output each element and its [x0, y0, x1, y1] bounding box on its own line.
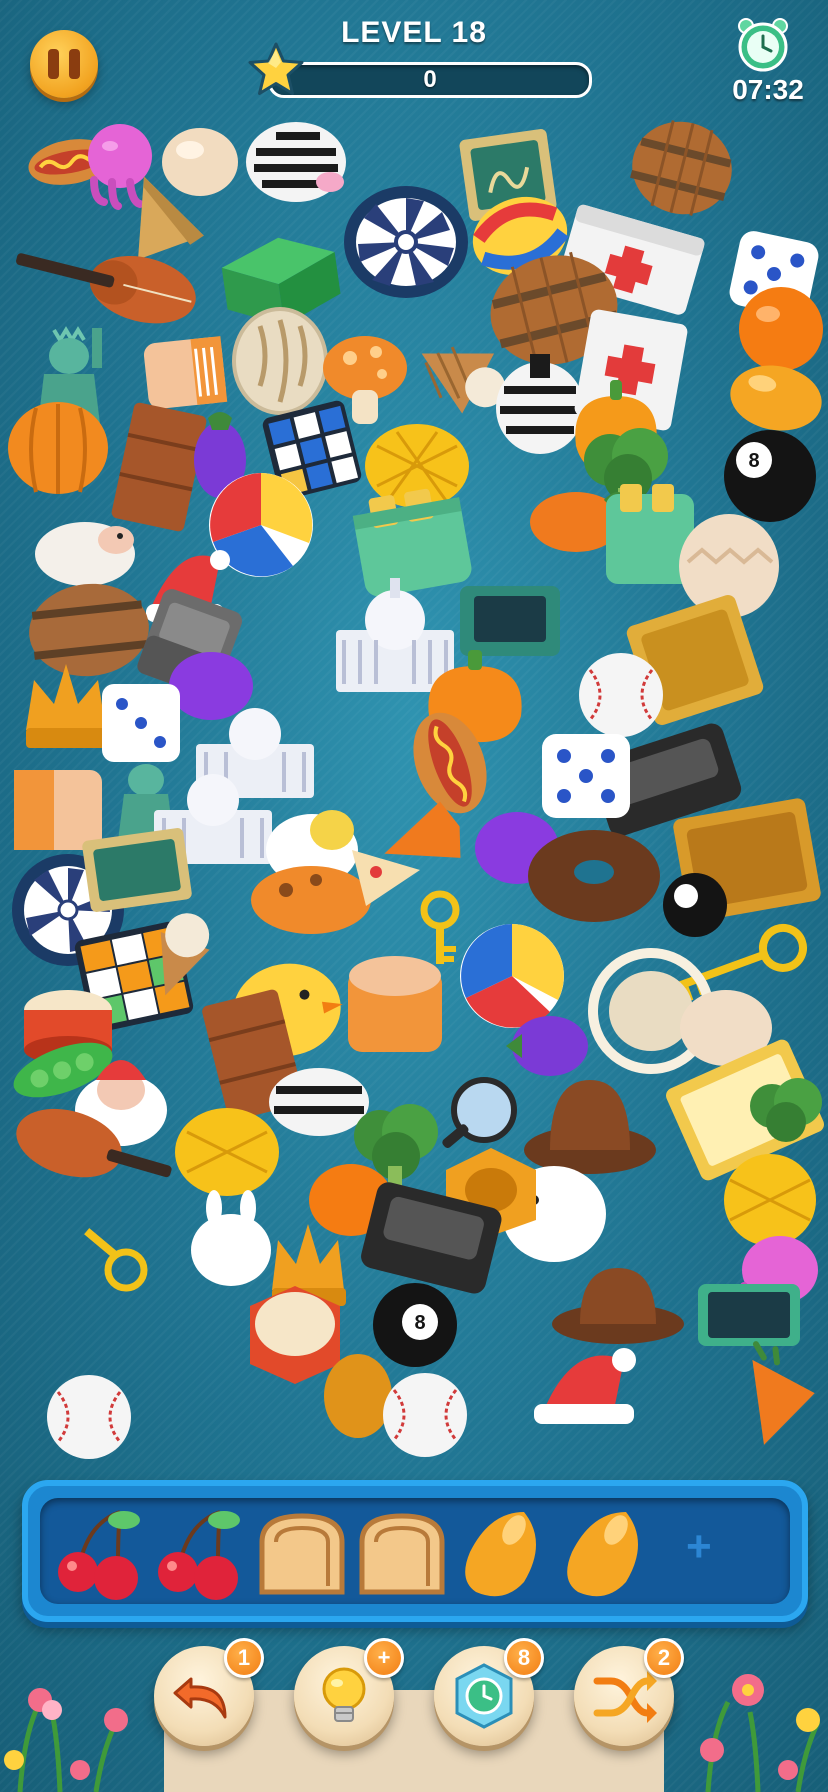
- svg-text:8: 8: [414, 1312, 425, 1334]
- mango-icon: [465, 1512, 536, 1597]
- freeze-button[interactable]: 8: [434, 1638, 544, 1746]
- carrot-item-3[interactable]: [716, 1338, 828, 1463]
- ice-cream-item[interactable]: [160, 124, 240, 198]
- santa-hat-item-2[interactable]: [524, 1330, 654, 1430]
- tray-slot-3-bread: [252, 1502, 348, 1602]
- baseball-item-2[interactable]: [380, 1370, 470, 1460]
- star-icon: [248, 42, 304, 95]
- undo-button[interactable]: 1: [154, 1638, 264, 1746]
- donut-item[interactable]: [524, 826, 664, 926]
- flowers-left-decoration: [4, 1688, 128, 1792]
- pineapple-item-2[interactable]: [172, 1100, 282, 1200]
- tray-slot-6-mango: [556, 1502, 652, 1602]
- baseball-item-3[interactable]: [44, 1372, 134, 1462]
- svg-text:8: 8: [748, 450, 759, 472]
- cupcake-item-3[interactable]: [340, 950, 450, 1060]
- play-field: 8 8: [0, 110, 828, 1470]
- alarm-clock-icon: [738, 18, 788, 72]
- score-progress-bar: 0: [268, 62, 592, 98]
- cherry-icon: [58, 1510, 140, 1600]
- flowers-right-decoration: [700, 1674, 821, 1792]
- shuffle-button[interactable]: 2: [574, 1638, 684, 1746]
- tray-slot-4-bread: [352, 1502, 448, 1602]
- tray-slot-1-cherry: [50, 1502, 146, 1602]
- tray-slot-2-cherry: [150, 1502, 246, 1602]
- undo-count-badge: 1: [224, 1638, 264, 1678]
- key-item-3[interactable]: [76, 1220, 156, 1300]
- bread-icon: [259, 1513, 345, 1595]
- shuffle-count-badge: 2: [644, 1638, 684, 1678]
- pumpkin-item[interactable]: [6, 388, 110, 498]
- mango-icon: [567, 1512, 638, 1597]
- pause-icon: [48, 49, 59, 79]
- tray-inner: +: [40, 1498, 790, 1604]
- tray-slot-7-empty: +: [686, 1522, 712, 1571]
- countdown-timer: 07:32: [732, 74, 804, 105]
- rabbit-item[interactable]: [186, 1190, 276, 1290]
- dartboard-item[interactable]: [342, 182, 470, 302]
- tray-slot-5-mango: [454, 1502, 550, 1602]
- cherry-icon: [158, 1510, 240, 1600]
- freeze-count-badge: 8: [504, 1638, 544, 1678]
- score-value: 0: [423, 66, 437, 93]
- hint-button[interactable]: +: [294, 1638, 404, 1746]
- ticket-item-2[interactable]: [77, 823, 197, 918]
- level-title: LEVEL 18: [341, 16, 487, 49]
- bread-icon: [359, 1513, 445, 1595]
- billiard-ball-item-2[interactable]: [660, 870, 730, 940]
- collection-tray: +: [22, 1480, 808, 1622]
- zebra-item[interactable]: [236, 112, 356, 208]
- hint-count-badge: +: [364, 1638, 404, 1678]
